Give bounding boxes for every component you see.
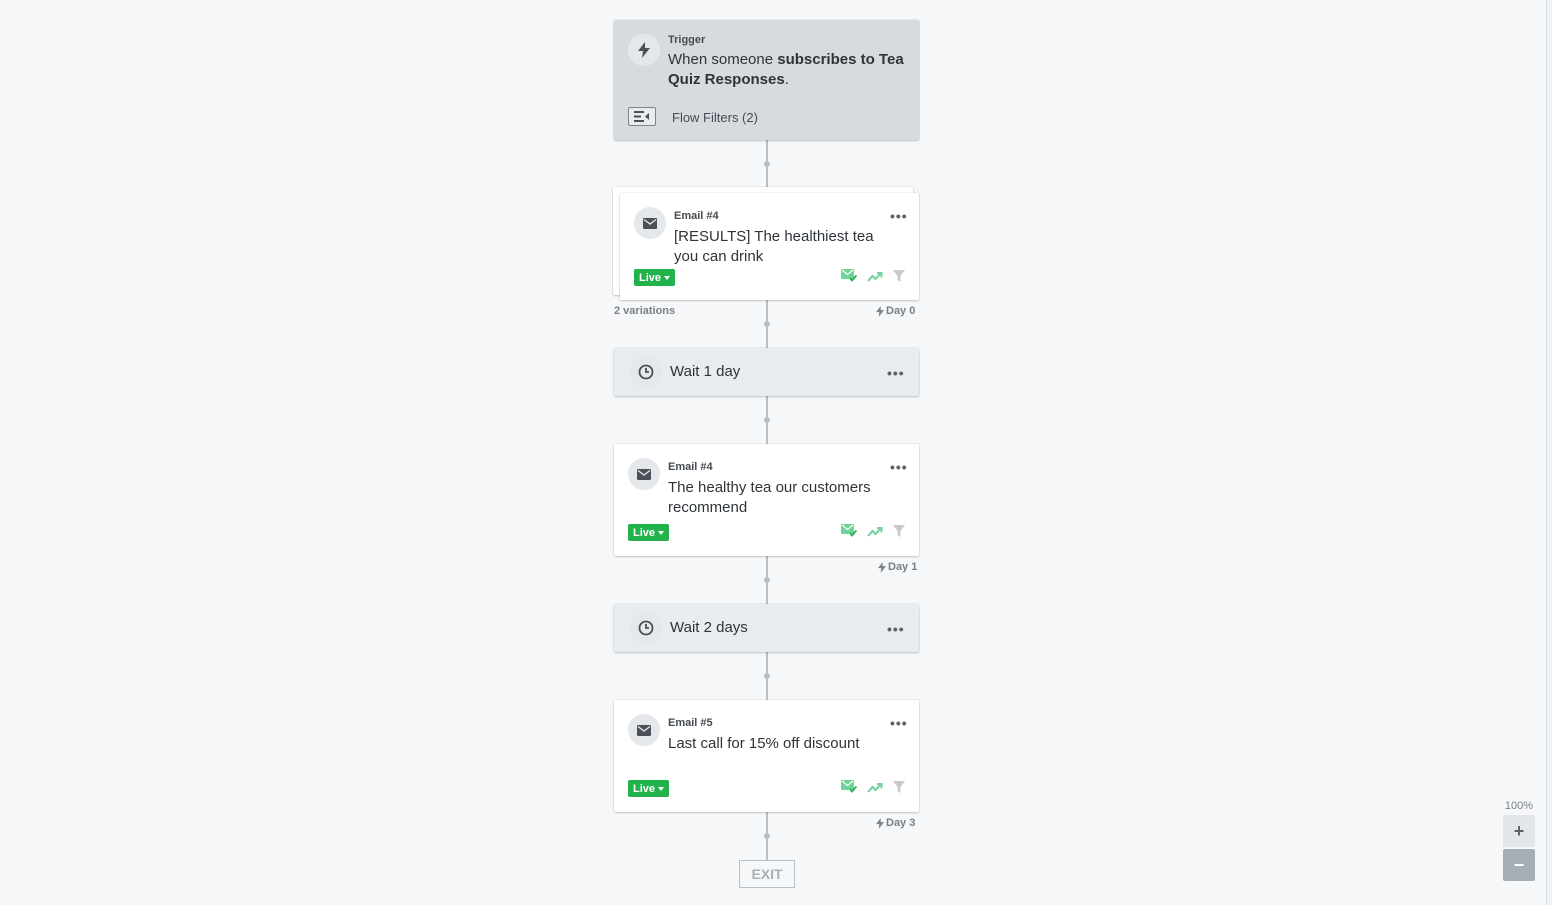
connector-dot bbox=[764, 161, 770, 167]
more-icon[interactable]: ••• bbox=[887, 622, 905, 636]
trigger-title: When someone subscribes to Tea Quiz Resp… bbox=[668, 50, 908, 90]
exit-node: EXIT bbox=[739, 860, 795, 888]
more-icon[interactable]: ••• bbox=[890, 209, 908, 223]
trigger-title-suffix: . bbox=[784, 71, 789, 88]
email-card[interactable]: Email #4 ••• [RESULTS] The healthiest te… bbox=[620, 193, 919, 300]
lightning-icon bbox=[876, 305, 884, 317]
caret-down-icon bbox=[664, 275, 671, 280]
trend-icon bbox=[867, 524, 883, 542]
mail-icon bbox=[628, 714, 660, 746]
email-subject: The healthy tea our customers recommend bbox=[668, 479, 871, 516]
caret-down-icon bbox=[658, 786, 665, 791]
status-label: Live bbox=[633, 526, 656, 539]
scrollbar[interactable] bbox=[1546, 0, 1552, 905]
mail-icon bbox=[628, 458, 660, 490]
email-card[interactable]: Email #5 ••• Last call for 15% off disco… bbox=[614, 700, 919, 812]
lightning-icon bbox=[628, 34, 660, 66]
connector-dot bbox=[764, 577, 770, 583]
wait-card[interactable]: Wait 2 days ••• bbox=[614, 604, 919, 652]
day-text: Day 3 bbox=[886, 817, 916, 829]
trigger-title-prefix: When someone bbox=[668, 51, 778, 68]
status-dropdown[interactable]: Live bbox=[628, 780, 670, 797]
wait-card[interactable]: Wait 1 day ••• bbox=[614, 348, 919, 396]
status-label: Live bbox=[633, 782, 656, 795]
clock-icon bbox=[630, 356, 662, 388]
flow-filter-icon[interactable] bbox=[628, 107, 656, 126]
day-label: Day 0 bbox=[876, 305, 915, 317]
day-text: Day 1 bbox=[888, 561, 918, 573]
sent-check-icon bbox=[841, 779, 858, 798]
caret-down-icon bbox=[658, 530, 665, 535]
status-label: Live bbox=[639, 271, 662, 284]
connector-dot bbox=[764, 833, 770, 839]
status-icons bbox=[841, 779, 905, 798]
variations-label[interactable]: 2 variations bbox=[614, 305, 675, 317]
connector-dot bbox=[764, 321, 770, 327]
day-label: Day 3 bbox=[876, 817, 915, 829]
zoom-out-button[interactable]: − bbox=[1503, 849, 1535, 881]
email-kicker: Email #4 bbox=[674, 210, 719, 222]
wait-label: Wait 1 day bbox=[670, 363, 741, 380]
day-label: Day 1 bbox=[878, 561, 917, 573]
status-dropdown[interactable]: Live bbox=[628, 524, 670, 541]
lightning-icon bbox=[876, 817, 884, 829]
trigger-card[interactable]: Trigger When someone subscribes to Tea Q… bbox=[614, 20, 919, 140]
email-kicker: Email #4 bbox=[668, 461, 713, 473]
filter-icon bbox=[893, 269, 905, 287]
email-subject: [RESULTS] The healthiest tea you can dri… bbox=[674, 228, 874, 265]
mail-icon bbox=[634, 207, 666, 239]
filter-icon bbox=[893, 524, 905, 542]
filter-icon bbox=[893, 780, 905, 798]
trigger-kicker: Trigger bbox=[668, 34, 706, 46]
more-icon[interactable]: ••• bbox=[890, 460, 908, 474]
lightning-icon bbox=[878, 561, 886, 573]
connector-dot bbox=[764, 673, 770, 679]
sent-check-icon bbox=[841, 523, 858, 542]
more-icon[interactable]: ••• bbox=[887, 366, 905, 380]
connector-dot bbox=[764, 417, 770, 423]
status-icons bbox=[841, 268, 905, 287]
zoom-level: 100% bbox=[1504, 800, 1534, 812]
trend-icon bbox=[867, 269, 883, 287]
more-icon[interactable]: ••• bbox=[890, 716, 908, 730]
sent-check-icon bbox=[841, 268, 858, 287]
flow-canvas: Trigger When someone subscribes to Tea Q… bbox=[0, 0, 1546, 905]
trend-icon bbox=[867, 780, 883, 798]
email-kicker: Email #5 bbox=[668, 717, 713, 729]
day-text: Day 0 bbox=[886, 305, 916, 317]
email-subject: Last call for 15% off discount bbox=[668, 735, 860, 752]
flow-filters-link[interactable]: Flow Filters (2) bbox=[672, 110, 758, 125]
status-dropdown[interactable]: Live bbox=[634, 269, 676, 286]
status-icons bbox=[841, 523, 905, 542]
zoom-in-button[interactable]: + bbox=[1503, 815, 1535, 847]
clock-icon bbox=[630, 612, 662, 644]
email-card[interactable]: Email #4 ••• The healthy tea our custome… bbox=[614, 444, 919, 556]
wait-label: Wait 2 days bbox=[670, 619, 748, 636]
